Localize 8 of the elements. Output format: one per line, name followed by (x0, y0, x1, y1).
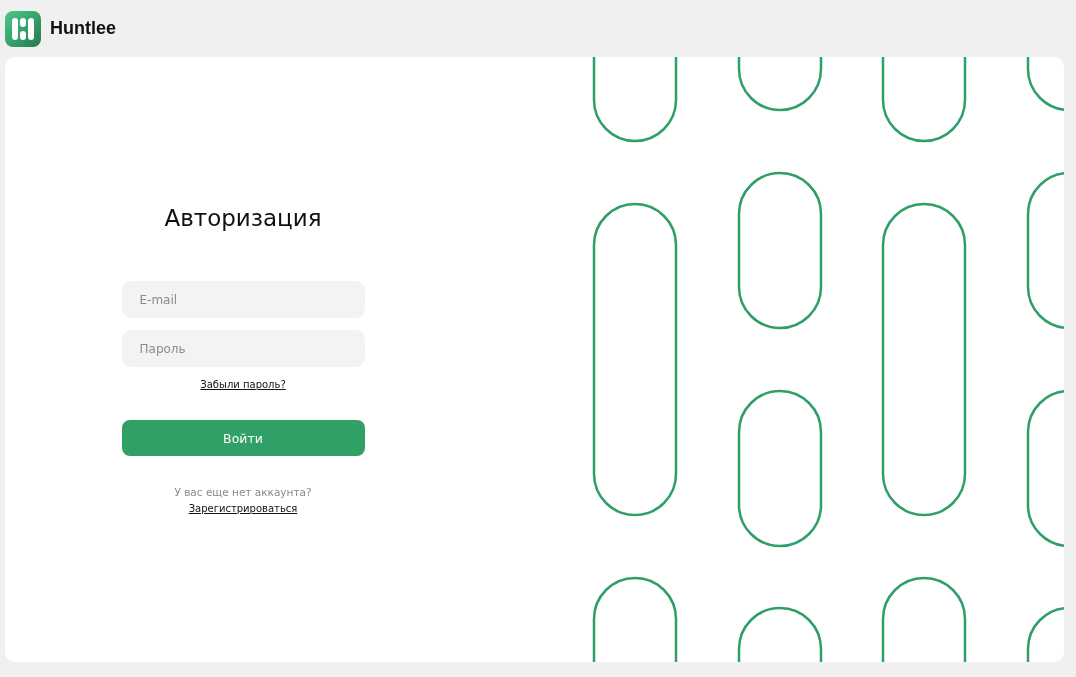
signup-prompt: У вас еще нет аккаунта? (174, 486, 312, 498)
logo-icon (5, 10, 41, 47)
forgot-password-link[interactable]: Забыли пароль? (200, 379, 286, 390)
password-field[interactable]: Пароль (121, 330, 365, 367)
email-field[interactable]: E-mail (121, 281, 365, 318)
signup-link[interactable]: Зарегистрироваться (188, 503, 298, 514)
brand-name: Huntlee (50, 18, 116, 39)
page-title: Авторизация (164, 205, 322, 231)
